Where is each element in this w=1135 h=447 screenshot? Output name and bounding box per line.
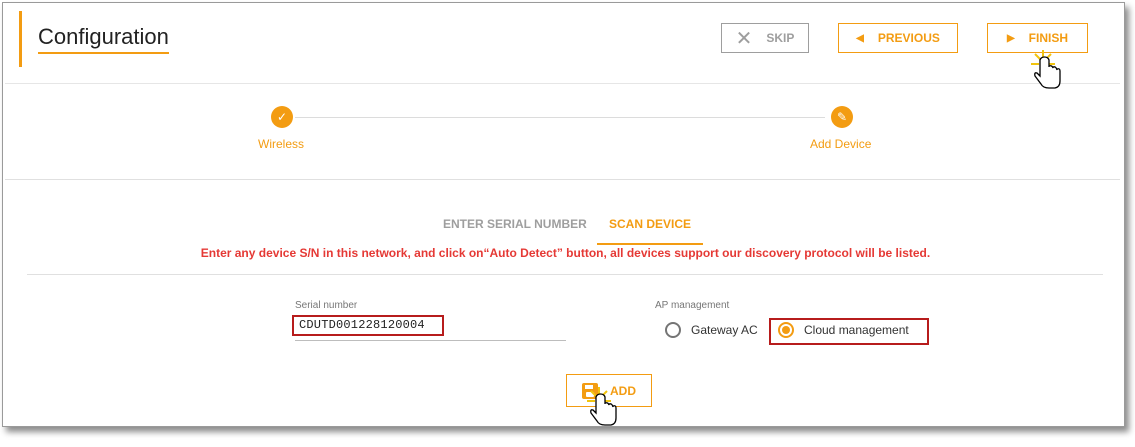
active-tab-indicator [597, 243, 703, 245]
previous-button[interactable]: ◀ PREVIOUS [838, 23, 958, 53]
scan-hint-text: Enter any device S/N in this network, an… [200, 246, 931, 260]
check-icon: ✓ [276, 110, 288, 124]
step-add-device-dot: ✎ [831, 106, 853, 128]
header: Configuration ✕ SKIP ◀ PREVIOUS ▶ FINISH [3, 3, 1124, 81]
stepper-connector [295, 117, 825, 118]
hand-cursor-icon [1031, 50, 1061, 89]
gateway-ac-radio[interactable] [665, 322, 681, 338]
step-wireless-label: Wireless [258, 137, 305, 151]
serial-number-label: Serial number [295, 300, 358, 311]
serial-number-underline [295, 340, 566, 341]
stepper-divider [5, 179, 1120, 180]
wizard-card: ✓ Wireless ✎ Add Device ENTER SERIAL NUM… [5, 83, 1120, 422]
gateway-ac-label[interactable]: Gateway AC [691, 323, 758, 337]
cloud-management-label[interactable]: Cloud management [804, 323, 909, 337]
caret-left-icon: ◀ [856, 32, 864, 44]
step-wireless-dot: ✓ [271, 106, 293, 128]
ap-management-label: AP management [655, 300, 730, 311]
previous-label: PREVIOUS [877, 31, 940, 45]
serial-number-input[interactable]: CDUTD001228120004 [292, 315, 444, 336]
skip-button[interactable]: ✕ SKIP [721, 23, 809, 53]
configuration-panel: Configuration ✕ SKIP ◀ PREVIOUS ▶ FINISH… [2, 2, 1125, 427]
step-add-device-label: Add Device [810, 137, 872, 151]
page-title: Configuration [38, 24, 169, 54]
tab-enter-serial-number[interactable]: ENTER SERIAL NUMBER [443, 217, 587, 231]
close-icon: ✕ [735, 27, 753, 50]
tabs-divider [27, 274, 1103, 275]
finish-label: FINISH [1028, 31, 1069, 45]
title-accent-bar [19, 11, 22, 67]
hand-cursor-icon [587, 387, 617, 426]
pencil-icon: ✎ [836, 110, 848, 124]
tab-scan-device[interactable]: SCAN DEVICE [609, 217, 691, 231]
caret-right-icon: ▶ [1006, 32, 1015, 44]
skip-label: SKIP [766, 31, 795, 45]
cloud-management-radio[interactable] [778, 322, 794, 338]
